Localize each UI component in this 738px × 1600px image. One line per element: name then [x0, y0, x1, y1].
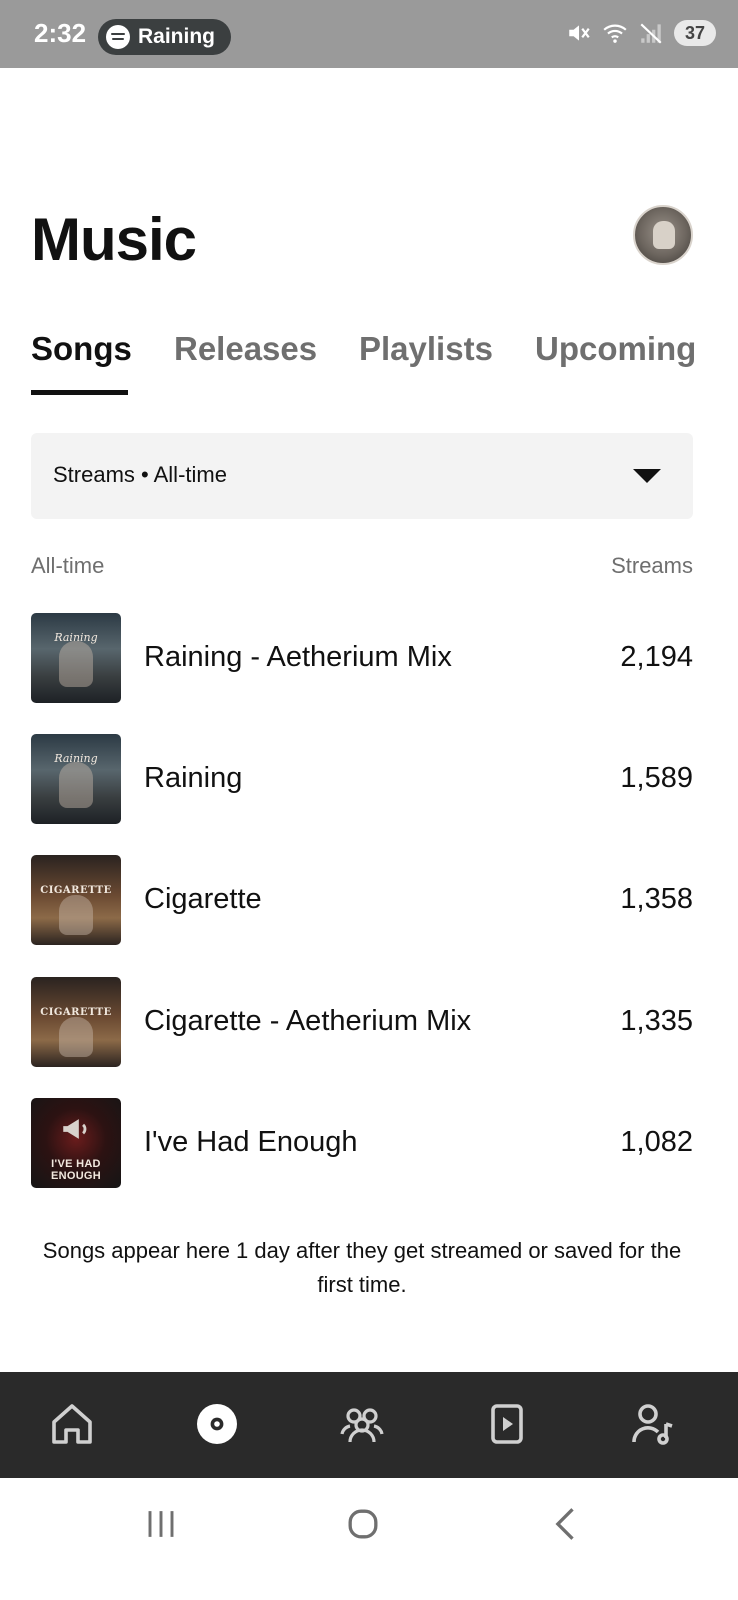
album-art: Raining [31, 613, 121, 703]
system-home-icon[interactable] [341, 1502, 385, 1546]
audience-icon[interactable] [338, 1400, 386, 1448]
megaphone-icon [63, 1119, 87, 1139]
song-streams: 1,589 [620, 762, 693, 794]
list-header-streams: Streams [611, 553, 693, 578]
active-tab-indicator [31, 390, 128, 395]
signal-icon [640, 23, 662, 44]
song-title: I've Had Enough [144, 1126, 358, 1158]
song-row[interactable]: CIGARETTE Cigarette 1,358 [31, 855, 693, 947]
recents-icon[interactable] [139, 1502, 183, 1546]
now-playing-label: Raining [138, 25, 215, 48]
now-playing-pill[interactable]: Raining [98, 19, 231, 55]
song-row[interactable]: CIGARETTE Cigarette - Aetherium Mix 1,33… [31, 977, 693, 1069]
campaigns-icon[interactable] [483, 1400, 531, 1448]
back-icon[interactable] [545, 1502, 589, 1546]
status-time: 2:32 [34, 18, 87, 48]
wifi-icon [603, 24, 627, 43]
tab-upcoming[interactable]: Upcoming [535, 330, 696, 368]
tab-songs[interactable]: Songs [31, 330, 132, 368]
song-title: Cigarette [144, 883, 262, 915]
song-title: Raining - Aetherium Mix [144, 641, 452, 673]
artist-avatar[interactable] [633, 205, 693, 265]
album-art-text: I'VE HAD ENOUGH [50, 1158, 102, 1182]
tab-releases[interactable]: Releases [174, 330, 317, 368]
spotify-icon [106, 25, 130, 49]
tab-playlists[interactable]: Playlists [359, 330, 493, 368]
song-row[interactable]: Raining Raining - Aetherium Mix 2,194 [31, 613, 693, 705]
song-streams: 1,082 [620, 1126, 693, 1158]
system-navigation [0, 1478, 738, 1600]
status-bar: 2:32 Raining 37 [0, 0, 738, 68]
album-art: CIGARETTE [31, 977, 121, 1067]
info-note: Songs appear here 1 day after they get s… [42, 1238, 682, 1297]
album-art: I'VE HAD ENOUGH [31, 1098, 121, 1188]
tab-bar: Songs Releases Playlists Upcoming [31, 330, 711, 396]
mute-icon [569, 25, 590, 41]
status-icons: 37 [566, 20, 716, 46]
page-title: Music [31, 206, 197, 273]
song-row[interactable]: Raining Raining 1,589 [31, 734, 693, 826]
battery-indicator: 37 [674, 20, 716, 46]
caret-down-icon [633, 469, 661, 483]
song-title: Raining [144, 762, 243, 794]
bottom-navigation [0, 1372, 738, 1478]
list-header-period: All-time [31, 553, 105, 578]
music-icon[interactable] [193, 1400, 241, 1448]
profile-icon[interactable] [628, 1400, 676, 1448]
song-streams: 1,358 [620, 883, 693, 915]
filter-label: Streams • All-time [53, 462, 227, 487]
song-title: Cigarette - Aetherium Mix [144, 1005, 472, 1037]
song-row[interactable]: I'VE HAD ENOUGH I've Had Enough 1,082 [31, 1098, 693, 1190]
streams-filter-dropdown[interactable]: Streams • All-time [31, 433, 693, 519]
album-art: CIGARETTE [31, 855, 121, 945]
home-icon[interactable] [48, 1400, 96, 1448]
song-streams: 2,194 [620, 641, 693, 673]
song-streams: 1,335 [620, 1005, 693, 1037]
album-art: Raining [31, 734, 121, 824]
